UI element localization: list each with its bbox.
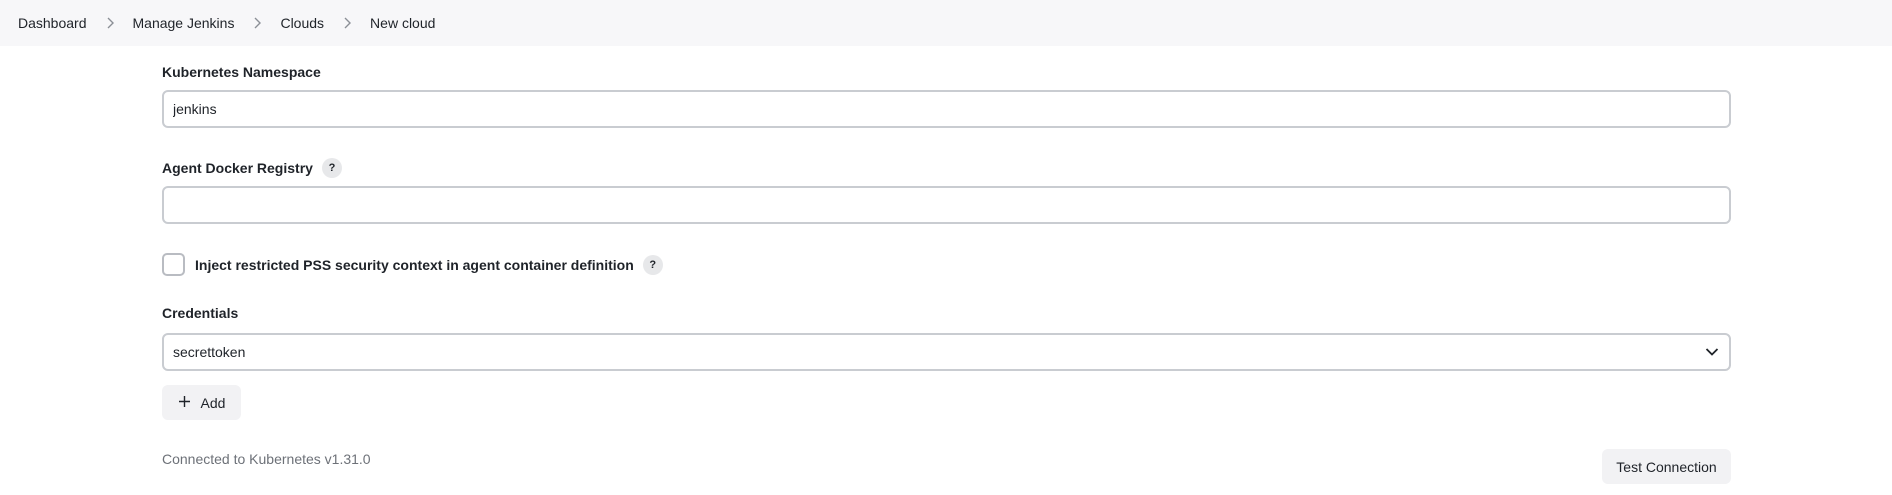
registry-label: Agent Docker Registry ? bbox=[162, 158, 342, 178]
pss-checkbox-row: Inject restricted PSS security context i… bbox=[162, 253, 663, 276]
credentials-select[interactable]: secrettoken bbox=[162, 333, 1731, 371]
registry-input[interactable] bbox=[162, 186, 1731, 224]
namespace-label: Kubernetes Namespace bbox=[162, 64, 321, 80]
help-icon[interactable]: ? bbox=[321, 158, 342, 178]
connection-status: Connected to Kubernetes v1.31.0 bbox=[162, 451, 371, 467]
chevron-right-icon bbox=[98, 16, 122, 30]
chevron-down-icon bbox=[1705, 344, 1719, 360]
breadcrumb-dashboard[interactable]: Dashboard bbox=[18, 15, 87, 31]
pss-checkbox[interactable] bbox=[162, 253, 185, 276]
namespace-input[interactable] bbox=[162, 90, 1731, 128]
help-icon[interactable]: ? bbox=[642, 254, 663, 275]
credentials-label-text: Credentials bbox=[162, 305, 239, 321]
credentials-label: Credentials bbox=[162, 305, 238, 321]
add-button-label: Add bbox=[200, 394, 226, 411]
chevron-right-icon bbox=[335, 16, 359, 30]
plus-icon bbox=[178, 395, 201, 411]
registry-label-text: Agent Docker Registry bbox=[162, 160, 313, 176]
namespace-label-text: Kubernetes Namespace bbox=[162, 64, 321, 80]
breadcrumb-clouds[interactable]: Clouds bbox=[280, 15, 324, 31]
credentials-selected-value: secrettoken bbox=[173, 344, 246, 360]
chevron-right-icon bbox=[245, 16, 269, 30]
add-credentials-button[interactable]: Add bbox=[162, 385, 241, 420]
breadcrumb-manage-jenkins[interactable]: Manage Jenkins bbox=[133, 15, 235, 31]
pss-checkbox-label[interactable]: Inject restricted PSS security context i… bbox=[195, 257, 634, 273]
test-connection-button[interactable]: Test Connection bbox=[1602, 449, 1731, 484]
breadcrumb: Dashboard Manage Jenkins Clouds New clou… bbox=[0, 0, 1892, 46]
breadcrumb-new-cloud: New cloud bbox=[370, 15, 436, 31]
